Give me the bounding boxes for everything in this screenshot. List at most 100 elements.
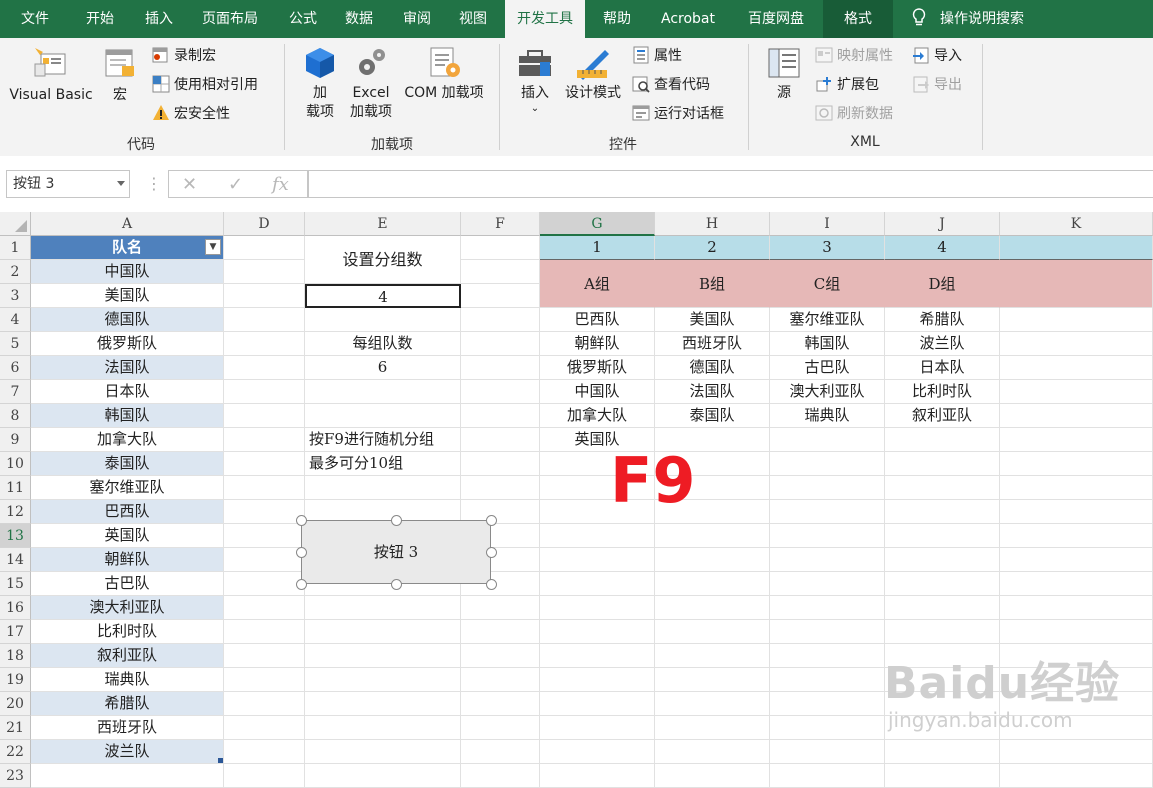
team-cell[interactable]: 西班牙队 [31, 716, 224, 740]
cell[interactable] [224, 596, 305, 620]
cell[interactable] [1000, 476, 1153, 500]
cell[interactable] [540, 764, 655, 788]
cell[interactable] [770, 716, 885, 740]
cell[interactable] [224, 524, 305, 548]
row-header-7[interactable]: 7 [0, 380, 31, 404]
cell[interactable] [540, 716, 655, 740]
cell[interactable] [224, 308, 305, 332]
row-header-5[interactable]: 5 [0, 332, 31, 356]
group-number-cell[interactable]: 4 [885, 236, 1000, 260]
group-number-cell[interactable]: 3 [770, 236, 885, 260]
cell[interactable] [305, 476, 461, 500]
cell[interactable] [461, 260, 540, 284]
cell[interactable] [305, 668, 461, 692]
team-cell[interactable]: 希腊队 [31, 692, 224, 716]
column-header-i[interactable]: I [770, 212, 885, 236]
cell[interactable] [305, 644, 461, 668]
cell[interactable] [224, 380, 305, 404]
column-header-d[interactable]: D [224, 212, 305, 236]
column-header-h[interactable]: H [655, 212, 770, 236]
team-cell[interactable]: 法国队 [31, 356, 224, 380]
resize-handle-ne[interactable] [486, 515, 497, 526]
cell[interactable] [540, 620, 655, 644]
team-cell[interactable]: 泰国队 [31, 452, 224, 476]
cell[interactable] [1000, 404, 1153, 428]
cell[interactable] [770, 740, 885, 764]
cell[interactable] [885, 548, 1000, 572]
row-header-22[interactable]: 22 [0, 740, 31, 764]
row-header-23[interactable]: 23 [0, 764, 31, 788]
cell[interactable] [461, 644, 540, 668]
cell[interactable] [1000, 500, 1153, 524]
row-header-10[interactable]: 10 [0, 452, 31, 476]
cell[interactable] [461, 356, 540, 380]
cell[interactable] [655, 620, 770, 644]
cell[interactable] [461, 620, 540, 644]
cell[interactable] [224, 332, 305, 356]
per-group-label[interactable]: 每组队数 [305, 332, 461, 356]
cell[interactable] [305, 740, 461, 764]
cell[interactable] [461, 404, 540, 428]
cell[interactable] [305, 404, 461, 428]
cell[interactable] [1000, 548, 1153, 572]
cell[interactable] [461, 284, 540, 308]
cell[interactable] [461, 716, 540, 740]
cell[interactable] [224, 476, 305, 500]
cell[interactable] [770, 428, 885, 452]
group-member-cell[interactable]: 德国队 [655, 356, 770, 380]
row-header-20[interactable]: 20 [0, 692, 31, 716]
group-member-cell[interactable]: 法国队 [655, 380, 770, 404]
team-cell[interactable]: 瑞典队 [31, 668, 224, 692]
cell[interactable] [885, 452, 1000, 476]
group-member-cell[interactable]: 比利时队 [885, 380, 1000, 404]
column-header-k[interactable]: K [1000, 212, 1153, 236]
group-member-cell[interactable]: 泰国队 [655, 404, 770, 428]
cell[interactable] [461, 332, 540, 356]
cell[interactable] [224, 620, 305, 644]
team-cell[interactable]: 日本队 [31, 380, 224, 404]
cell[interactable] [540, 548, 655, 572]
cell[interactable] [224, 260, 305, 284]
row-header-17[interactable]: 17 [0, 620, 31, 644]
cell[interactable] [770, 572, 885, 596]
groups-count-input[interactable]: 4 [305, 284, 461, 308]
cell[interactable] [770, 764, 885, 788]
group-member-cell[interactable]: 波兰队 [885, 332, 1000, 356]
row-header-6[interactable]: 6 [0, 356, 31, 380]
group-name-cell[interactable]: C组 [770, 260, 885, 308]
per-group-value[interactable]: 6 [305, 356, 461, 380]
cell[interactable] [770, 476, 885, 500]
row-header-4[interactable]: 4 [0, 308, 31, 332]
cell[interactable] [224, 404, 305, 428]
row-header-18[interactable]: 18 [0, 644, 31, 668]
resize-handle-n[interactable] [391, 515, 402, 526]
group-number-cell[interactable]: 1 [540, 236, 655, 260]
team-cell[interactable]: 加拿大队 [31, 428, 224, 452]
cell[interactable] [540, 692, 655, 716]
group-member-cell[interactable]: 巴西队 [540, 308, 655, 332]
hint-random-groups[interactable]: 按F9进行随机分组 [305, 428, 461, 452]
row-header-9[interactable]: 9 [0, 428, 31, 452]
team-cell[interactable]: 叙利亚队 [31, 644, 224, 668]
team-cell[interactable]: 古巴队 [31, 572, 224, 596]
cell[interactable] [224, 428, 305, 452]
column-header-e[interactable]: E [305, 212, 461, 236]
column-header-j[interactable]: J [885, 212, 1000, 236]
group-member-cell[interactable]: 美国队 [655, 308, 770, 332]
cell[interactable] [1000, 452, 1153, 476]
cell[interactable] [655, 692, 770, 716]
cell[interactable] [305, 620, 461, 644]
cell[interactable] [1000, 524, 1153, 548]
team-cell[interactable]: 巴西队 [31, 500, 224, 524]
cell[interactable] [885, 764, 1000, 788]
cell[interactable] [461, 668, 540, 692]
cell[interactable] [540, 668, 655, 692]
cell[interactable] [1000, 572, 1153, 596]
select-all-corner[interactable] [0, 212, 31, 236]
group-member-cell[interactable]: 日本队 [885, 356, 1000, 380]
team-cell[interactable]: 美国队 [31, 284, 224, 308]
cell[interactable] [461, 452, 540, 476]
row-header-19[interactable]: 19 [0, 668, 31, 692]
resize-handle-w[interactable] [296, 547, 307, 558]
cell[interactable] [461, 740, 540, 764]
